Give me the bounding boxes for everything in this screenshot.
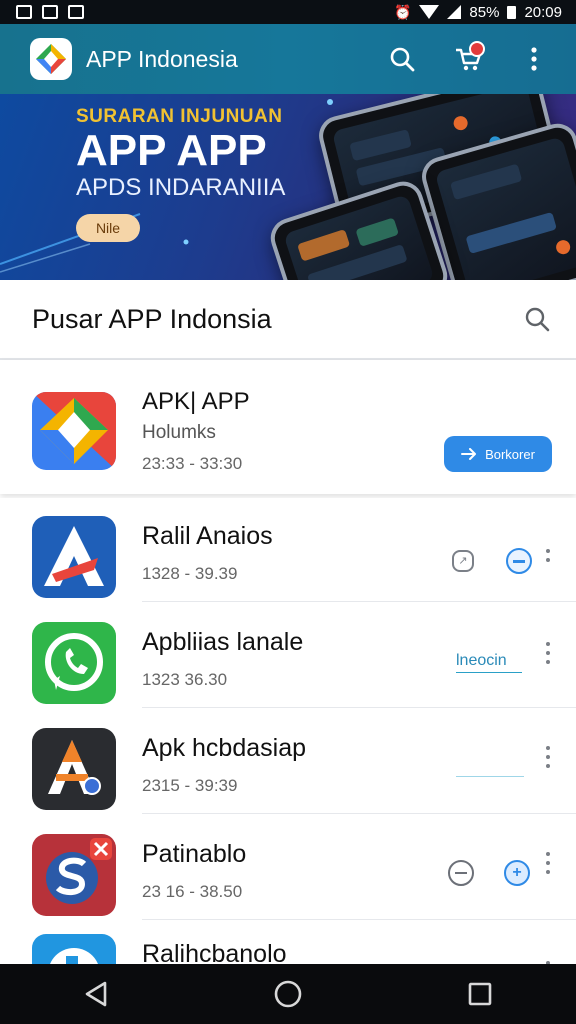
more-options-button[interactable] bbox=[538, 848, 558, 878]
home-circle-icon bbox=[274, 980, 302, 1008]
signal-icon bbox=[447, 5, 462, 19]
app-meta: 2315 - 39:39 bbox=[142, 776, 238, 795]
app-meta: 1328 - 39.39 bbox=[142, 564, 238, 583]
status-bar: ⏰ 85% 20:09 bbox=[0, 0, 576, 24]
more-options-button[interactable] bbox=[538, 540, 558, 570]
back-triangle-icon bbox=[85, 981, 107, 1007]
share-icon[interactable]: ↗ bbox=[452, 550, 474, 572]
more-vert-icon bbox=[531, 47, 537, 71]
list-item[interactable]: Ralihcbanolo bbox=[0, 922, 576, 964]
search-icon bbox=[390, 47, 415, 72]
wifi-icon bbox=[419, 5, 440, 19]
section-search-button[interactable] bbox=[522, 304, 552, 334]
app-link[interactable]: lneocin bbox=[456, 652, 522, 673]
app-name: Ralil Anaios bbox=[142, 522, 273, 550]
divider bbox=[142, 919, 576, 920]
app-name: Apbliias lanale bbox=[142, 628, 304, 656]
app-name: Apk hcbdasiap bbox=[142, 734, 307, 762]
search-button[interactable] bbox=[388, 45, 416, 73]
divider bbox=[142, 601, 576, 602]
featured-app-subtitle: Holumks bbox=[142, 422, 216, 443]
arrow-right-icon bbox=[461, 448, 477, 460]
app-meta: 1323 36.30 bbox=[142, 670, 228, 689]
back-button[interactable] bbox=[76, 974, 116, 1014]
system-nav-bar bbox=[0, 964, 576, 1024]
featured-app-icon bbox=[32, 392, 116, 470]
app-name: Patinablo bbox=[142, 840, 247, 868]
featured-app-button-label: Borkorer bbox=[485, 446, 535, 462]
list-item[interactable]: Apbliias lanale 1323 36.30 lneocin bbox=[0, 604, 576, 708]
list-item[interactable]: Apk hcbdasiap 2315 - 39:39 bbox=[0, 710, 576, 814]
battery-percent: 85% bbox=[469, 3, 500, 21]
battery-icon bbox=[507, 5, 517, 19]
featured-app-button[interactable]: Borkorer bbox=[444, 436, 552, 472]
progress-underline bbox=[456, 776, 524, 777]
app-bar: APP Indonesia bbox=[0, 24, 576, 94]
home-button[interactable] bbox=[268, 974, 308, 1014]
more-options-button[interactable] bbox=[538, 952, 558, 964]
banner-pill-button[interactable]: Nile bbox=[76, 214, 140, 242]
more-options-button[interactable] bbox=[538, 638, 558, 668]
status-time: 20:09 bbox=[524, 3, 562, 21]
promo-banner[interactable]: SURARAN INJUNUAN APP APP APDS INDARANIIA… bbox=[0, 94, 576, 280]
recents-square-icon bbox=[468, 982, 492, 1006]
cart-button[interactable] bbox=[454, 41, 485, 73]
section-header: Pusar APP Indonsia bbox=[0, 280, 576, 360]
app-list: Ralil Anaios 1328 - 39.39 ↗ Apbliias lan… bbox=[0, 498, 576, 964]
message-icon bbox=[68, 5, 84, 19]
alarm-icon: ⏰ bbox=[393, 3, 412, 20]
banner-title: APP APP bbox=[76, 126, 267, 175]
remove-circle-icon[interactable] bbox=[448, 860, 474, 886]
divider bbox=[142, 707, 576, 708]
recents-button[interactable] bbox=[460, 974, 500, 1014]
featured-app-name: APK| APP bbox=[142, 388, 250, 415]
banner-tagline: APDS INDARANIIA bbox=[76, 174, 286, 201]
app-meta: 23 16 - 38.50 bbox=[142, 882, 243, 901]
banner-subtitle: SURARAN INJUNUAN bbox=[76, 106, 283, 127]
app-icon bbox=[32, 728, 116, 810]
app-icon bbox=[32, 516, 116, 598]
app-icon bbox=[32, 934, 116, 964]
minus-circle-icon[interactable] bbox=[506, 548, 532, 574]
gallery-icon bbox=[42, 5, 58, 19]
logo-icon bbox=[36, 44, 66, 74]
list-item[interactable]: Ralil Anaios 1328 - 39.39 ↗ bbox=[0, 498, 576, 602]
app-icon bbox=[32, 622, 116, 704]
notification-icon bbox=[16, 5, 32, 19]
divider bbox=[142, 813, 576, 814]
app-title: APP Indonesia bbox=[86, 45, 238, 72]
app-icon bbox=[32, 834, 116, 916]
list-item[interactable]: Patinablo 23 16 - 38.50 + bbox=[0, 816, 576, 920]
search-icon bbox=[525, 307, 550, 332]
add-circle-icon[interactable]: + bbox=[504, 860, 530, 886]
featured-app-card[interactable]: APK| APP Holumks 23:33 - 33:30 Borkorer bbox=[0, 360, 576, 494]
overflow-menu-button[interactable] bbox=[520, 45, 548, 73]
app-logo bbox=[30, 38, 72, 80]
section-title: Pusar APP Indonsia bbox=[32, 303, 272, 334]
featured-app-meta: 23:33 - 33:30 bbox=[142, 454, 243, 473]
cart-badge bbox=[469, 41, 485, 57]
app-name: Ralihcbanolo bbox=[142, 940, 287, 964]
more-options-button[interactable] bbox=[538, 742, 558, 772]
